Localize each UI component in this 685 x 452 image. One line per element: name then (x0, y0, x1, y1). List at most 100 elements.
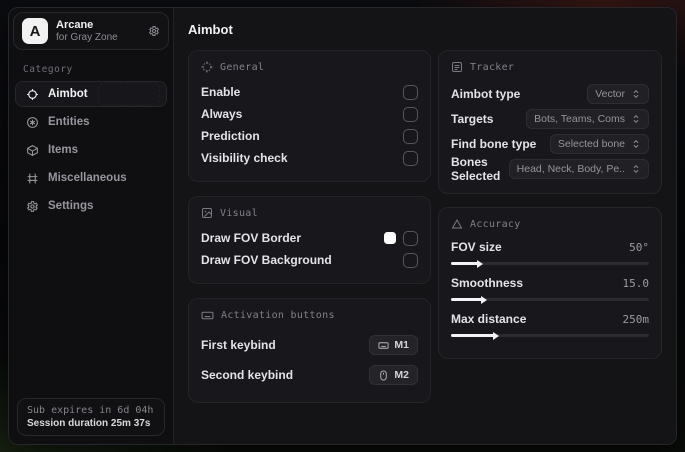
app-window: A Arcane for Gray Zone Category Aimbot E… (8, 7, 677, 445)
setting-label: FOV size (451, 240, 502, 254)
setting-row: Draw FOV Border (201, 227, 418, 249)
slider-fill (451, 295, 487, 304)
section-header: General (220, 61, 265, 73)
always-checkbox[interactable] (403, 106, 418, 122)
sidebar-item-aimbot[interactable]: Aimbot (15, 81, 167, 107)
sidebar-item-entities[interactable]: Entities (15, 109, 167, 135)
setting-label: Second keybind (201, 368, 294, 382)
fov-size-slider[interactable] (451, 259, 649, 268)
keyboard-icon (378, 340, 389, 351)
setting-row: Prediction (201, 125, 418, 147)
unfold-icon (631, 89, 641, 99)
brand-name: Arcane (56, 18, 94, 31)
image-icon (201, 207, 213, 219)
setting-label: Visibility check (201, 151, 288, 165)
draw-fov-background-checkbox[interactable] (403, 252, 418, 268)
entities-icon (25, 116, 39, 129)
dropdown-value: Head, Neck, Body, Pe.. (516, 162, 625, 175)
crosshair-icon (25, 88, 39, 101)
setting-row: Targets Bots, Teams, Coms (451, 106, 649, 131)
sidebar: A Arcane for Gray Zone Category Aimbot E… (9, 8, 174, 444)
sidebar-item-label: Miscellaneous (48, 172, 127, 184)
setting-label: Draw FOV Border (201, 231, 302, 245)
brand-logo: A (22, 18, 48, 44)
slider-group: Max distance 250m (451, 310, 650, 340)
gear-icon (25, 200, 39, 213)
tracker-card: Tracker Aimbot type Vector Targets Bots,… (438, 50, 662, 194)
sidebar-nav: Aimbot Entities Items Miscellaneous Sett… (9, 81, 173, 219)
sidebar-item-miscellaneous[interactable]: Miscellaneous (15, 165, 167, 191)
sidebar-item-items[interactable]: Items (15, 137, 167, 163)
page-title: Aimbot (188, 22, 233, 37)
sidebar-item-label: Entities (48, 116, 90, 128)
brand-box: A Arcane for Gray Zone (13, 12, 169, 50)
setting-label: Targets (451, 111, 494, 126)
find-bone-type-dropdown[interactable]: Selected bone (549, 133, 649, 154)
dropdown-value: Vector (595, 87, 625, 100)
max-distance-slider[interactable] (451, 331, 649, 340)
setting-label: Smoothness (451, 276, 524, 290)
enable-checkbox[interactable] (403, 84, 418, 100)
sidebar-item-label: Items (48, 144, 79, 156)
triangle-icon (451, 218, 463, 230)
slider-group: FOV size 50° (451, 238, 649, 268)
brand-subtitle: for Gray Zone (56, 31, 118, 43)
setting-row: First keybind M1 (201, 330, 418, 360)
smoothness-slider[interactable] (451, 295, 649, 304)
general-card: General Enable Always Prediction Visibil… (188, 50, 431, 182)
max-distance-value: 250m (622, 312, 650, 326)
setting-label: Find bone type (451, 136, 537, 151)
setting-label: Always (201, 107, 243, 121)
subscription-info-box: Sub expires in 6d 04h Session duration 2… (17, 398, 165, 436)
mouse-icon (378, 369, 389, 381)
section-header: Tracker (470, 61, 515, 73)
keyboard-icon (201, 309, 214, 322)
sub-expires-text: Sub expires in 6d 04h (27, 405, 154, 416)
session-duration-text: Session duration 25m 37s (27, 418, 151, 429)
box-icon (25, 144, 39, 157)
grid-icon (25, 172, 39, 185)
setting-row: Enable (201, 81, 418, 103)
activation-card: Activation buttons First keybind M1 Seco… (188, 298, 431, 403)
setting-label: Prediction (201, 129, 260, 143)
first-keybind-button[interactable]: M1 (369, 335, 418, 355)
slider-fill (451, 259, 483, 268)
scan-icon (451, 61, 463, 73)
visual-card: Visual Draw FOV Border Draw FOV Backgrou… (188, 196, 431, 284)
settings-gear-icon[interactable] (148, 25, 160, 37)
setting-row: Find bone type Selected bone (451, 131, 649, 156)
sidebar-item-settings[interactable]: Settings (15, 193, 167, 219)
setting-row: Bones Selected Head, Neck, Body, Pe.. (451, 154, 649, 183)
targets-dropdown[interactable]: Bots, Teams, Coms (526, 108, 649, 129)
setting-label: Enable (201, 85, 241, 99)
section-header: Accuracy (470, 218, 521, 230)
bones-selected-dropdown[interactable]: Head, Neck, Body, Pe.. (508, 158, 649, 179)
sidebar-item-label: Settings (48, 200, 94, 212)
second-keybind-button[interactable]: M2 (369, 365, 418, 385)
setting-row: Draw FOV Background (201, 249, 418, 271)
prediction-checkbox[interactable] (403, 128, 418, 144)
setting-row: Visibility check (201, 147, 418, 169)
setting-label: Bones Selected (451, 154, 501, 183)
dropdown-value: Bots, Teams, Coms (534, 112, 625, 125)
setting-label: Draw FOV Background (201, 253, 332, 267)
accuracy-card: Accuracy FOV size 50° Smoothness 15.0 Ma… (438, 207, 662, 359)
section-header: Activation buttons (221, 310, 335, 321)
smoothness-value: 15.0 (622, 276, 650, 290)
slider-group: Smoothness 15.0 (451, 274, 650, 304)
visibility-check-checkbox[interactable] (403, 150, 418, 166)
watermark-box (98, 82, 160, 106)
crosshair-dotted-icon (201, 61, 213, 73)
dropdown-value: Selected bone (557, 137, 625, 150)
fov-size-value: 50° (629, 240, 649, 254)
setting-row: Second keybind M2 (201, 360, 418, 390)
category-label: Category (23, 64, 73, 75)
keybind-value: M2 (394, 369, 409, 381)
draw-fov-border-checkbox[interactable] (403, 230, 418, 246)
section-header: Visual (220, 207, 258, 219)
aimbot-type-dropdown[interactable]: Vector (587, 83, 649, 104)
unfold-icon (631, 139, 641, 149)
fov-border-color-swatch[interactable] (384, 232, 396, 244)
setting-row: Always (201, 103, 418, 125)
setting-label: Max distance (451, 312, 527, 326)
